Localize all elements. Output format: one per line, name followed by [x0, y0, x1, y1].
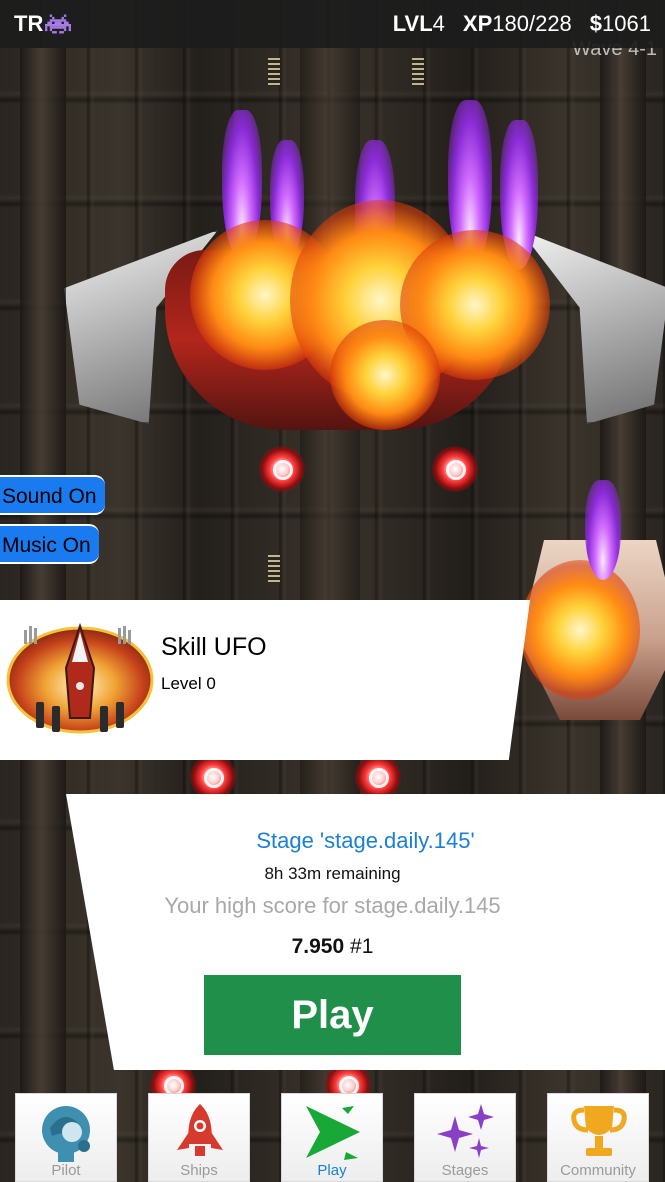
background-vent	[412, 58, 424, 86]
stars-icon	[437, 1104, 494, 1158]
money-prefix: $	[589, 11, 603, 36]
level-value: 4	[432, 11, 445, 36]
explosion	[520, 560, 640, 700]
tab-stages[interactable]: Stages	[414, 1093, 516, 1182]
player-badge[interactable]: TR	[14, 11, 72, 37]
tab-label: Ships	[180, 1162, 218, 1179]
bottom-tab-bar: Pilot Ships Play Stages Community	[0, 1093, 665, 1182]
tab-label: Pilot	[51, 1162, 81, 1179]
tab-ships[interactable]: Ships	[148, 1093, 250, 1182]
skill-name: Skill UFO	[161, 633, 267, 661]
rocket-icon	[177, 1104, 223, 1156]
high-score-rank: #1	[350, 935, 374, 958]
level-stat: LVL4	[393, 11, 445, 37]
background-vent	[268, 58, 280, 86]
skill-panel[interactable]: Skill UFO Level 0	[0, 600, 530, 760]
high-score-label: Your high score for stage.daily.145	[164, 893, 501, 918]
play-button[interactable]: Play	[204, 975, 461, 1055]
plasma-flame	[585, 480, 621, 580]
xp-value: 180/228	[492, 11, 572, 36]
player-initials: TR	[14, 11, 44, 36]
music-toggle-button[interactable]: Music On	[0, 524, 99, 564]
player-stats: LVL4 XP180/228 $1061	[393, 11, 651, 37]
enemy-bullet-orb	[432, 446, 478, 492]
enemy-bullet-orb	[190, 754, 236, 800]
tab-label: Community	[560, 1162, 636, 1179]
pilot-helmet-icon	[42, 1106, 90, 1162]
xp-prefix: XP	[462, 11, 493, 36]
level-prefix: LVL	[392, 11, 433, 36]
xp-stat: XP180/228	[463, 11, 572, 37]
tab-community[interactable]: Community	[547, 1093, 649, 1182]
high-score: 7.950 #1	[0, 935, 665, 959]
skill-level: Level 0	[161, 674, 216, 693]
money-value: 1061	[602, 11, 651, 36]
tab-label: Stages	[441, 1162, 489, 1179]
tab-pilot[interactable]: Pilot	[15, 1093, 117, 1182]
trophy-icon	[571, 1106, 627, 1156]
stage-title: Stage 'stage.daily.145'	[256, 828, 475, 853]
status-bar: TR LVL4 XP180/228 $1061	[0, 0, 665, 48]
enemy-bullet-orb	[355, 754, 401, 800]
space-invader-icon	[45, 14, 72, 34]
high-score-value: 7.950	[291, 935, 345, 958]
rocket-emblem-icon	[6, 622, 154, 734]
tab-play[interactable]: Play	[281, 1093, 383, 1182]
money-stat: $1061	[590, 11, 651, 37]
enemy-bullet-orb	[259, 446, 305, 492]
stage-time-remaining: 8h 33m remaining	[264, 864, 401, 883]
sound-toggle-button[interactable]: Sound On	[0, 475, 105, 515]
explosion	[330, 320, 440, 430]
tab-label: Play	[317, 1162, 347, 1179]
play-arrow-icon	[306, 1106, 360, 1160]
background-vent	[268, 555, 280, 583]
